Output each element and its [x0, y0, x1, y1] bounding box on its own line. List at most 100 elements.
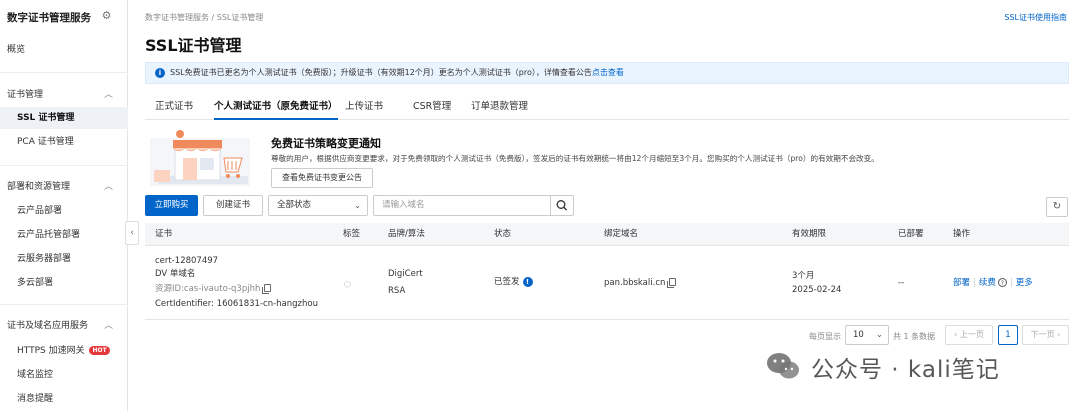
per-page-label: 每页显示 — [809, 332, 841, 341]
column-header: 品牌/算法 — [388, 229, 425, 239]
status-text: 已签发 — [494, 277, 520, 287]
algorithm: RSA — [388, 286, 406, 296]
gear-icon[interactable]: ⚙ — [100, 9, 113, 22]
sidebar-group-label: 证书及域名应用服务 — [7, 321, 89, 331]
sidebar-item-overview[interactable]: 概览 — [0, 39, 128, 61]
notice-link[interactable]: 点击查看 — [592, 68, 624, 77]
deployed-count: -- — [898, 278, 905, 288]
sidebar-group-app-services[interactable]: 证书及域名应用服务 ︿ — [0, 315, 128, 337]
sidebar-item-pca[interactable]: PCA 证书管理 — [0, 131, 128, 153]
watermark-text: 公众号 · kali笔记 — [811, 357, 1000, 383]
page-title: SSL证书管理 — [145, 36, 242, 55]
watermark: 公众号 · kali笔记 — [765, 348, 1055, 388]
domain-cell: pan.bbskali.cn — [604, 277, 677, 290]
divider — [0, 304, 128, 305]
table-header: 证书 标签 品牌/算法 状态 绑定域名 有效期限 已部署 操作 — [145, 223, 1069, 246]
chevron-up-icon: ︿ — [104, 321, 114, 331]
column-header: 状态 — [494, 229, 512, 239]
help-link[interactable]: SSL证书使用指南 — [1004, 12, 1067, 23]
cert-identifier: CertIdentifier: 16061831-cn-hangzhou — [155, 299, 318, 309]
tab-csr[interactable]: CSR管理 — [413, 96, 451, 120]
help-icon[interactable]: ? — [997, 278, 1007, 287]
info-icon: i — [155, 68, 165, 78]
prev-page-label: 上一页 — [959, 330, 984, 339]
copy-icon[interactable] — [667, 278, 677, 288]
view-announcement-button[interactable]: 查看免费证书变更公告 — [271, 168, 373, 188]
refresh-button[interactable]: ↻ — [1046, 197, 1068, 217]
sidebar-item-hosted-deploy[interactable]: 云产品托管部署 — [0, 224, 128, 246]
sidebar-group-cert-manage[interactable]: 证书管理 ︿ — [0, 84, 128, 106]
row-actions: 部署 | 续费? | 更多 — [953, 278, 1033, 288]
notice-text: SSL免费证书已更名为个人测试证书（免费版）；升级证书（有效期12个月）更名为个… — [170, 68, 592, 77]
per-page-select[interactable]: 10 ⌄ — [845, 325, 889, 345]
wechat-logo — [767, 353, 799, 379]
product-title: 数字证书管理服务 — [7, 12, 91, 24]
tag-icon[interactable]: ⬡ — [344, 280, 352, 289]
sidebar-item-notify[interactable]: 消息提醒 — [0, 388, 128, 410]
banner-title: 免费证书策略变更通知 — [271, 137, 381, 150]
renew-link[interactable]: 续费 — [979, 278, 996, 288]
store-illustration — [150, 130, 250, 186]
column-header: 有效期限 — [792, 229, 827, 239]
sidebar-group-deploy[interactable]: 部署和资源管理 ︿ — [0, 176, 128, 198]
chevron-up-icon: ︿ — [104, 90, 114, 100]
sidebar-item-domain-monitor[interactable]: 域名监控 — [0, 364, 128, 386]
column-header: 标签 — [343, 229, 361, 239]
sidebar-item-multicloud[interactable]: 多云部署 — [0, 272, 128, 294]
deploy-link[interactable]: 部署 — [953, 278, 970, 288]
notice-banner: i SSL免费证书已更名为个人测试证书（免费版）；升级证书（有效期12个月）更名… — [145, 62, 1069, 84]
banner-text: 尊敬的用户，根据供应商变更要求，对于免费领取的个人测试证书（免费版），签发后的证… — [271, 154, 879, 163]
domain-text: pan.bbskali.cn — [604, 278, 666, 288]
sidebar-item-https-gateway[interactable]: HTTPS 加速网关 HOT — [0, 340, 128, 362]
column-header: 证书 — [155, 229, 173, 239]
copy-icon[interactable] — [262, 284, 272, 294]
chevron-down-icon: ⌄ — [354, 201, 361, 210]
per-page-value: 10 — [853, 330, 864, 340]
tab-upload-cert[interactable]: 上传证书 — [345, 96, 383, 120]
column-header: 已部署 — [898, 229, 924, 239]
sidebar-item-label: HTTPS 加速网关 — [17, 346, 85, 356]
search-icon — [556, 200, 567, 211]
sidebar-item-ssl[interactable]: SSL 证书管理 — [0, 107, 128, 129]
create-cert-button[interactable]: 创建证书 — [203, 195, 263, 216]
tab-refund[interactable]: 订单退款管理 — [471, 96, 528, 120]
prev-page-button[interactable]: ‹ 上一页 — [945, 325, 993, 345]
cert-name: cert-12807497 — [155, 256, 219, 266]
sidebar-group-label: 部署和资源管理 — [7, 182, 71, 192]
refresh-icon: ↻ — [1052, 201, 1062, 212]
column-header: 操作 — [953, 229, 971, 239]
collapse-sidebar-button[interactable]: ‹ — [125, 221, 139, 245]
next-page-label: 下一页 — [1030, 330, 1055, 339]
next-page-button[interactable]: 下一页 › — [1022, 325, 1069, 345]
buy-now-button[interactable]: 立即购买 — [145, 195, 198, 216]
total-count: 共 1 条数据 — [893, 332, 936, 341]
search-button[interactable] — [550, 195, 574, 216]
hot-badge: HOT — [89, 346, 110, 355]
domain-search-input[interactable]: 请输入域名 — [373, 195, 551, 216]
resource-id: 资源ID:cas-ivauto-q3pjhh — [155, 283, 272, 296]
page-number[interactable]: 1 — [998, 325, 1018, 345]
expire-date: 2025-02-24 — [792, 285, 842, 295]
status-cell: 已签发! — [494, 276, 533, 289]
sidebar-item-server-deploy[interactable]: 云服务器部署 — [0, 248, 128, 270]
divider — [0, 165, 128, 166]
sidebar: 数字证书管理服务 ⚙ 概览 证书管理 ︿ SSL 证书管理 PCA 证书管理 部… — [0, 0, 128, 411]
sidebar-group-label: 证书管理 — [7, 90, 44, 100]
tab-bar: 正式证书 个人测试证书（原免费证书） 上传证书 CSR管理 订单退款管理 — [145, 96, 1069, 120]
column-header: 绑定域名 — [604, 229, 639, 239]
chevron-up-icon: ︿ — [104, 182, 114, 192]
resource-id-text: 资源ID:cas-ivauto-q3pjhh — [155, 284, 261, 294]
table-row: cert-12807497 DV 单域名 资源ID:cas-ivauto-q3p… — [145, 246, 1069, 320]
tab-formal-cert[interactable]: 正式证书 — [155, 96, 193, 120]
sidebar-item-cloud-deploy[interactable]: 云产品部署 — [0, 200, 128, 222]
cert-type: DV 单域名 — [155, 269, 196, 279]
tab-test-cert[interactable]: 个人测试证书（原免费证书） — [214, 96, 338, 120]
chevron-down-icon: ⌄ — [875, 330, 883, 340]
more-link[interactable]: 更多 — [1016, 278, 1033, 288]
validity: 3个月 — [792, 271, 815, 281]
alert-icon[interactable]: ! — [522, 277, 533, 287]
status-select[interactable]: 全部状态 ⌄ — [268, 195, 368, 216]
status-select-value: 全部状态 — [277, 200, 312, 210]
breadcrumb[interactable]: 数字证书管理服务 / SSL证书管理 — [145, 12, 263, 23]
divider — [0, 72, 128, 73]
